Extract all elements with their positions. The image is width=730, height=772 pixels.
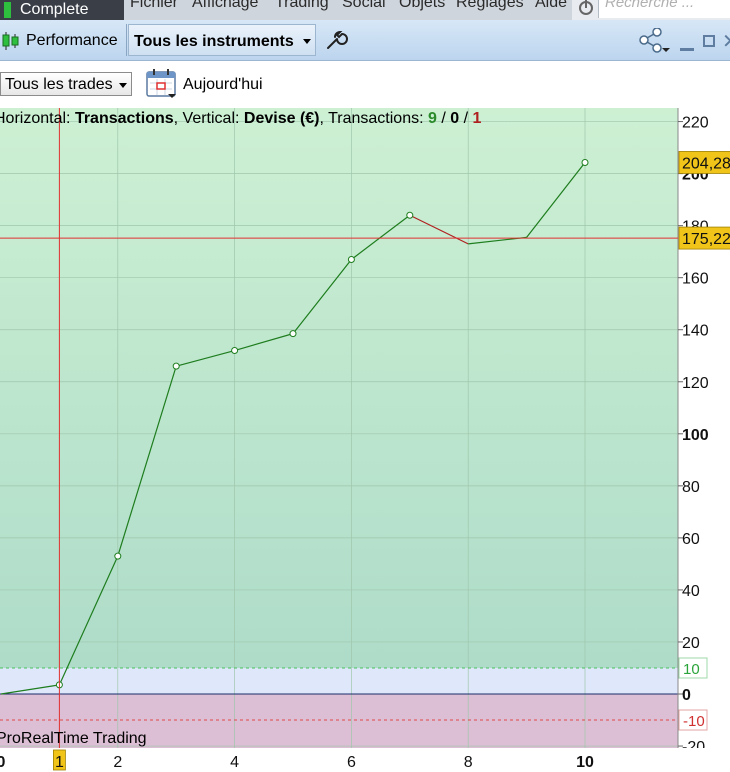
instrument-dropdown[interactable]: Tous les instruments	[128, 24, 316, 56]
horizontal-value: Transactions	[75, 110, 174, 127]
plot-background	[0, 108, 678, 668]
data-point[interactable]	[347, 255, 355, 263]
band-label-text: 10	[683, 661, 700, 678]
platform-label: Complete	[20, 1, 89, 18]
crosshair-value-label-text: 175,22	[682, 231, 730, 248]
data-point[interactable]	[581, 158, 589, 166]
band-label-text: -10	[683, 713, 705, 730]
transactions-sep-2: /	[464, 110, 469, 127]
crosshair-x-label: 1	[55, 754, 64, 771]
y-tick-label: 100	[682, 427, 709, 444]
transactions-prefix: , Transactions:	[320, 110, 424, 127]
data-point[interactable]	[172, 362, 180, 370]
menu-bar: Complete Fichier Affichage Trading Socia…	[0, 0, 730, 20]
menu-affichage[interactable]: Affichage	[192, 0, 258, 12]
transactions-neutral: 0	[450, 110, 459, 127]
menu-trading[interactable]: Trading	[275, 0, 329, 12]
crosshair-value-label: 175,22	[678, 226, 730, 250]
menu-reglages[interactable]: Réglages	[456, 0, 524, 12]
instrument-label: Tous les instruments	[134, 33, 294, 50]
band-value-label: -10	[678, 709, 708, 731]
filter-row: Tous les trades Aujourd'hui	[0, 61, 730, 108]
x-tick-label: 6	[347, 754, 356, 771]
candlestick-logo-icon	[4, 2, 11, 18]
y-tick-label: 0	[682, 687, 691, 704]
y-tick-label: 80	[682, 479, 700, 496]
last-value-label: 204,28	[678, 151, 730, 174]
transactions-winning: 9	[428, 110, 437, 127]
performance-toolbar: Performance Tous les instruments ✕	[0, 20, 730, 61]
y-tick-label: 40	[682, 583, 700, 600]
data-point[interactable]	[406, 211, 414, 219]
wrench-icon[interactable]	[324, 28, 348, 52]
last-value-label-text: 204,28	[682, 155, 730, 172]
equity-curve-chart[interactable]: 220200180160140120100806040200-2010-1020…	[0, 108, 730, 772]
trades-filter-label: Tous les trades	[5, 76, 113, 93]
maximize-icon[interactable]	[703, 35, 715, 47]
chevron-down-icon	[119, 83, 127, 88]
performance-candle-icon	[2, 32, 19, 50]
transactions-sep-1: /	[441, 110, 446, 127]
vertical-value: Devise (€)	[244, 110, 320, 127]
y-tick-label: 140	[682, 323, 709, 340]
neutral-band-upper	[0, 667, 678, 694]
x-tick-label: 0	[0, 754, 6, 771]
x-tick-label: 8	[464, 754, 473, 771]
x-axis-background	[0, 748, 730, 772]
performance-label: Performance	[26, 32, 118, 49]
menu-aide[interactable]: Aide	[535, 0, 567, 12]
horizontal-prefix: Horizontal:	[0, 110, 70, 127]
watermark: ProRealTime Trading	[0, 730, 147, 747]
x-axis: 0 1 2 4 6 8 10	[0, 748, 730, 772]
menu-objets[interactable]: Objets	[399, 0, 445, 12]
band-value-label: 10	[678, 657, 708, 679]
close-icon[interactable]: ✕	[722, 32, 730, 52]
data-point[interactable]	[231, 347, 239, 355]
y-tick-label: 20	[682, 635, 700, 652]
y-tick-label: 220	[682, 115, 709, 132]
data-point[interactable]	[114, 552, 122, 560]
calendar-icon[interactable]	[146, 68, 178, 100]
trades-filter-dropdown[interactable]: Tous les trades	[0, 72, 132, 96]
menu-items: Fichier Affichage Trading Social Objets …	[124, 0, 572, 20]
transactions-losing: 1	[473, 110, 482, 127]
search-input[interactable]: Recherche ...	[598, 0, 730, 18]
x-tick-label: 2	[113, 754, 122, 771]
date-range-label[interactable]: Aujourd'hui	[183, 76, 263, 94]
x-tick-label: 10	[576, 754, 594, 771]
y-tick-label: 160	[682, 271, 709, 288]
minimize-icon[interactable]	[680, 48, 694, 51]
vertical-prefix: , Vertical:	[174, 110, 240, 127]
share-icon[interactable]	[638, 28, 670, 54]
menu-social[interactable]: Social	[342, 0, 386, 12]
platform-tab[interactable]: Complete	[0, 0, 124, 20]
y-tick-label: 60	[682, 531, 700, 548]
y-tick-label: 120	[682, 375, 709, 392]
chevron-down-icon	[303, 39, 311, 44]
power-icon[interactable]	[576, 0, 596, 20]
menu-fichier[interactable]: Fichier	[130, 0, 178, 12]
x-tick-label: 4	[230, 754, 239, 771]
chart-info-line: Horizontal: Transactions, Vertical: Devi…	[0, 110, 482, 127]
y-axis: 220200180160140120100806040200-2010-1020…	[678, 115, 730, 756]
data-point[interactable]	[289, 330, 297, 338]
toolbar-divider	[126, 24, 127, 56]
